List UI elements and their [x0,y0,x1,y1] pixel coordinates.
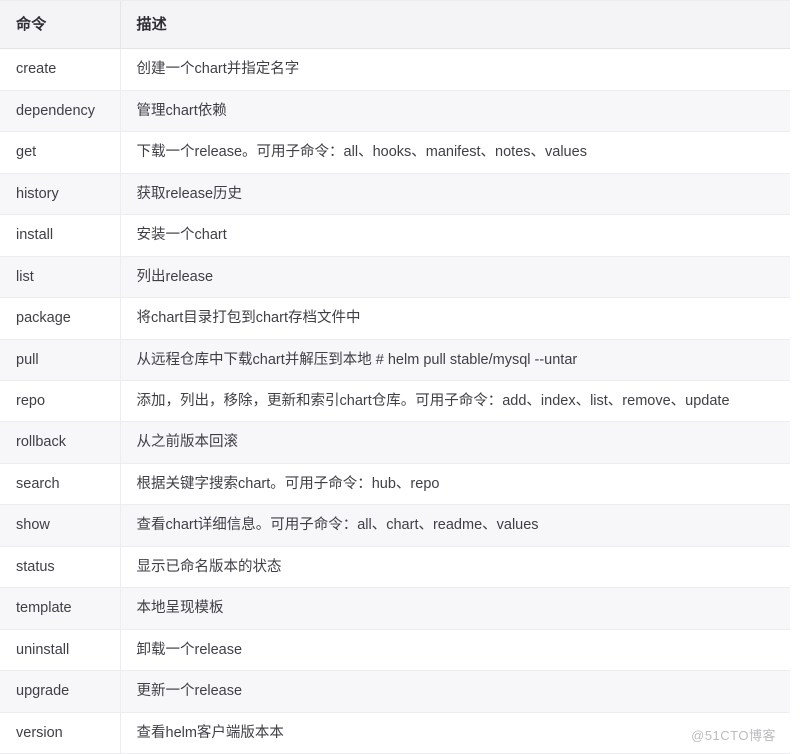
table-row: repo 添加，列出，移除，更新和索引chart仓库。可用子命令：add、inde… [0,380,790,423]
cell-command: search [0,463,120,506]
cell-command: create [0,48,120,91]
cell-command: uninstall [0,629,120,672]
table-row: status 显示已命名版本的状态 [0,546,790,589]
table-row: list 列出release [0,256,790,299]
cell-description: 从之前版本回滚 [119,421,790,464]
cell-description: 下载一个release。可用子命令：all、hooks、manifest、not… [119,131,790,174]
cell-command: list [0,256,120,299]
table-row: show 查看chart详细信息。可用子命令：all、chart、readme、v… [0,504,790,547]
column-header-description: 描述 [119,0,790,50]
cell-command: package [0,297,120,340]
cell-command: version [0,712,120,754]
cell-command: status [0,546,120,589]
table-header-row: 命令 描述 [0,0,790,50]
cell-description: 创建一个chart并指定名字 [119,48,790,91]
cell-description: 根据关键字搜索chart。可用子命令：hub、repo [119,463,790,506]
cell-command: pull [0,339,120,382]
cell-command: repo [0,380,120,423]
command-table-container: 命令 描述 create 创建一个chart并指定名字 dependency 管理ch… [0,0,790,754]
table-row: dependency 管理chart依赖 [0,90,790,133]
cell-description: 查看helm客户端版本本 [119,712,790,754]
cell-command: get [0,131,120,174]
cell-description: 获取release历史 [119,173,790,216]
column-header-command: 命令 [0,0,120,50]
cell-description: 将chart目录打包到chart存档文件中 [119,297,790,340]
table-row: package 将chart目录打包到chart存档文件中 [0,297,790,340]
table-row: install 安装一个chart [0,214,790,257]
cell-command: history [0,173,120,216]
cell-description: 卸载一个release [119,629,790,672]
cell-command: rollback [0,421,120,464]
cell-command: dependency [0,90,120,133]
cell-description: 查看chart详细信息。可用子命令：all、chart、readme、value… [119,504,790,547]
cell-command: template [0,587,120,630]
cell-description: 更新一个release [119,670,790,713]
cell-description: 添加，列出，移除，更新和索引chart仓库。可用子命令：add、index、li… [119,380,790,423]
table-row: history 获取release历史 [0,173,790,216]
cell-description: 管理chart依赖 [119,90,790,133]
table-row: upgrade 更新一个release [0,670,790,713]
cell-description: 列出release [119,256,790,299]
table-row: template 本地呈现模板 [0,587,790,630]
cell-description: 从远程仓库中下载chart并解压到本地 # helm pull stable/m… [119,339,790,382]
table-row: rollback 从之前版本回滚 [0,421,790,464]
table-row: search 根据关键字搜索chart。可用子命令：hub、repo [0,463,790,506]
cell-description: 安装一个chart [119,214,790,257]
table-row: version 查看helm客户端版本本 [0,712,790,754]
table-row: create 创建一个chart并指定名字 [0,48,790,91]
table-row: get 下载一个release。可用子命令：all、hooks、manifest、… [0,131,790,174]
table-header: 命令 描述 [0,0,790,50]
cell-command: install [0,214,120,257]
helm-command-table: 命令 描述 create 创建一个chart并指定名字 dependency 管理ch… [0,0,790,754]
cell-command: upgrade [0,670,120,713]
table-body: create 创建一个chart并指定名字 dependency 管理chart依赖 g… [0,48,790,754]
table-row: uninstall 卸载一个release [0,629,790,672]
cell-command: show [0,504,120,547]
cell-description: 本地呈现模板 [119,587,790,630]
cell-description: 显示已命名版本的状态 [119,546,790,589]
table-row: pull 从远程仓库中下载chart并解压到本地 # helm pull stab… [0,339,790,382]
